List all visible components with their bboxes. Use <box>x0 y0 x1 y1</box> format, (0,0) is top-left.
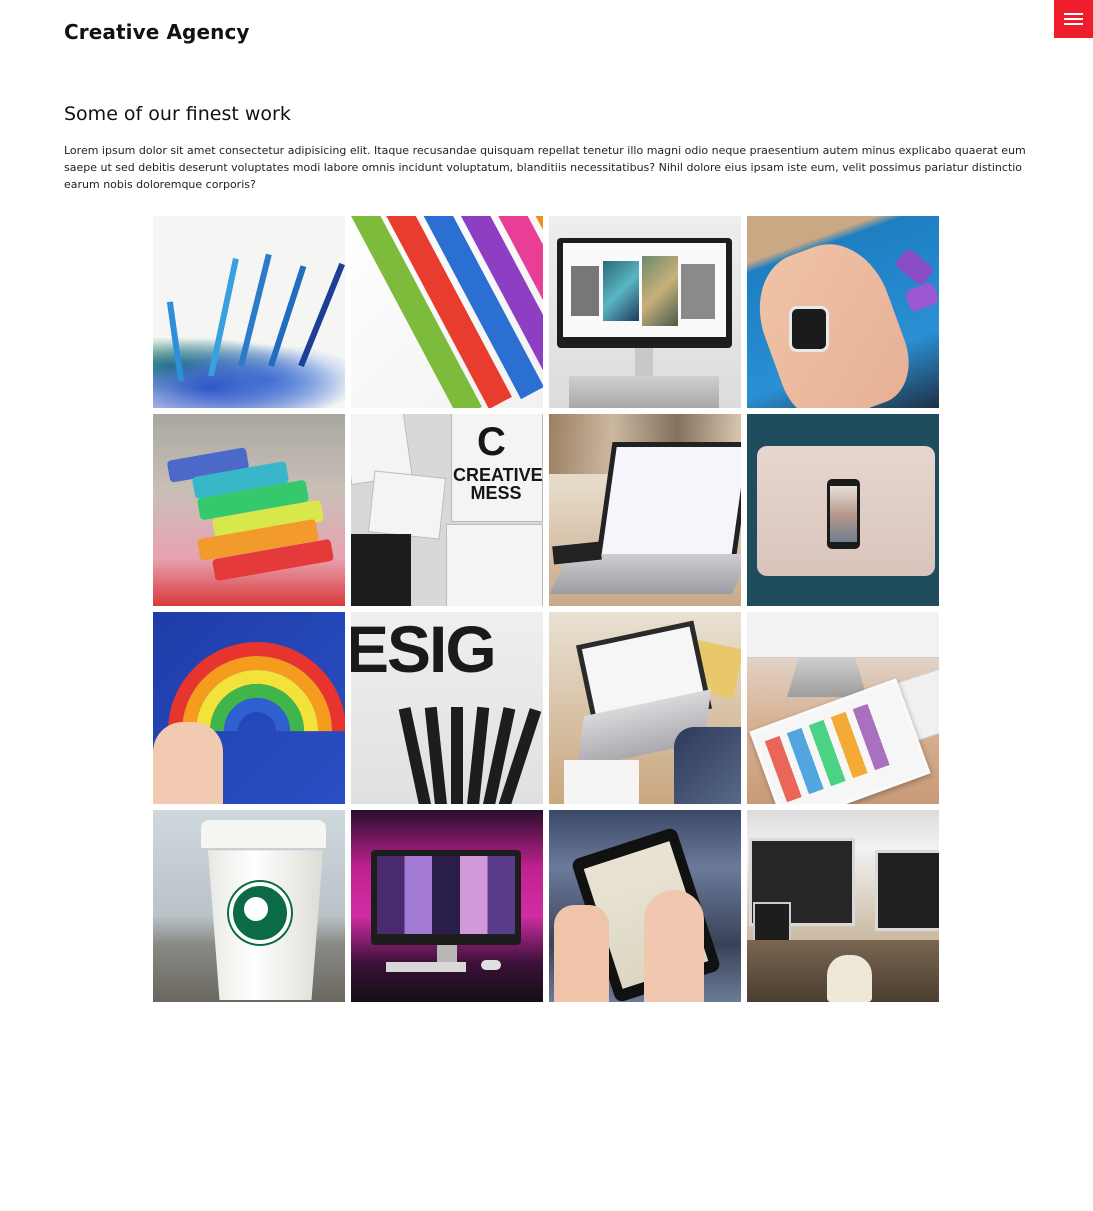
gallery-image-macbook-workspace[interactable] <box>549 612 741 804</box>
gallery-image-coffee-cup[interactable] <box>153 810 345 1002</box>
monitor-stand <box>437 945 457 963</box>
poster <box>446 524 543 606</box>
dumbbell <box>894 247 935 287</box>
watch <box>789 306 829 352</box>
notebook <box>564 760 639 804</box>
monitor-stand <box>635 348 653 378</box>
hand <box>554 905 609 1002</box>
phone-screen <box>830 486 857 542</box>
page: Creative Agency Some of our finest work … <box>0 0 1093 1211</box>
monitor-stand <box>787 657 867 697</box>
gallery-image-workspace-monitors[interactable] <box>747 810 939 1002</box>
hand <box>644 890 704 1002</box>
pencil <box>451 707 463 804</box>
cup-lid <box>201 820 326 848</box>
gallery-image-imac-ipad[interactable] <box>747 612 939 804</box>
keyboard <box>386 962 466 972</box>
gallery-image-blue-pencils[interactable] <box>153 216 345 408</box>
brand-logo[interactable]: Creative Agency <box>64 20 250 44</box>
artwork <box>642 256 678 326</box>
gallery-image-laptop-desk[interactable] <box>549 414 741 606</box>
artwork <box>681 264 715 319</box>
section-title: Some of our finest work <box>64 103 291 125</box>
laptop <box>569 376 719 408</box>
gallery-image-imac-artwork[interactable] <box>549 216 741 408</box>
gallery-image-colored-pencils[interactable] <box>351 216 543 408</box>
gallery-image-design-pencils[interactable]: ESIG <box>351 612 543 804</box>
portfolio-gallery: C CREATIVE MESS ESIG <box>153 216 940 1002</box>
gallery-image-pastels[interactable] <box>153 414 345 606</box>
dumbbell <box>904 281 939 313</box>
hamburger-menu-button[interactable] <box>1054 0 1093 38</box>
gallery-image-phone-on-laptop[interactable] <box>747 414 939 606</box>
gallery-image-imac-pink[interactable] <box>351 810 543 1002</box>
chair <box>827 955 872 1002</box>
gallery-image-creative-mess[interactable]: C CREATIVE MESS <box>351 414 543 606</box>
section-description: Lorem ipsum dolor sit amet consectetur a… <box>64 144 1026 191</box>
hand <box>153 722 223 804</box>
gallery-image-rainbow-clay[interactable] <box>153 612 345 804</box>
hamburger-menu-icon <box>1064 13 1083 15</box>
gallery-image-smartwatch[interactable] <box>747 216 939 408</box>
artwork <box>571 266 599 316</box>
monitor <box>875 850 939 931</box>
poster-letter: C <box>477 420 506 464</box>
design-word: ESIG <box>351 612 497 686</box>
laptop-screen <box>595 442 741 562</box>
gallery-image-ipad-maps[interactable] <box>549 810 741 1002</box>
pencil <box>424 706 450 804</box>
poster-dark <box>351 534 411 606</box>
hamburger-menu-icon-bar <box>1064 18 1083 20</box>
hamburger-menu-icon-bar <box>1064 23 1083 25</box>
arm <box>747 228 923 408</box>
artwork <box>603 261 639 321</box>
mouse <box>481 960 501 970</box>
screen <box>377 856 515 934</box>
monitor <box>747 612 939 658</box>
poster-title: CREATIVE MESS <box>453 465 543 503</box>
cup-logo-center <box>244 897 268 921</box>
poster <box>367 470 447 540</box>
sleeve <box>674 727 741 804</box>
